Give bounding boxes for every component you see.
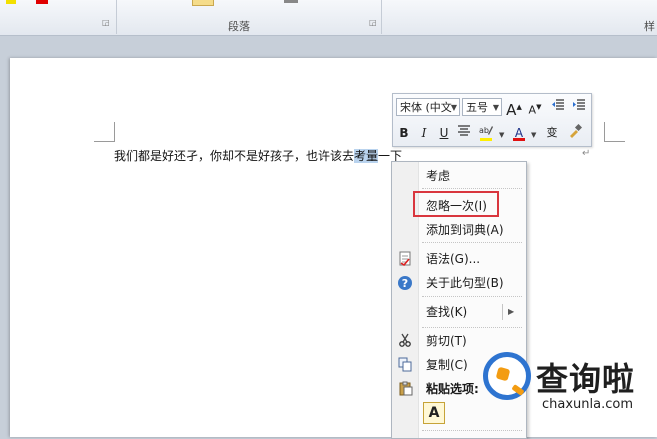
bold-button[interactable]: B — [395, 124, 413, 142]
highlighter-icon: ab — [479, 126, 493, 135]
document-text-line[interactable]: 我们都是好还孑，你却不是好孩子，也许该去考量一下 — [114, 147, 402, 164]
paragraph-group-label: 段落 — [228, 20, 250, 33]
chevron-down-icon: ▼ — [450, 103, 457, 112]
menu-item-cut[interactable]: 剪切(T) — [426, 332, 467, 350]
svg-text:ab: ab — [479, 126, 489, 135]
decrease-indent-icon — [552, 99, 564, 110]
watermark-brand: 查询啦 — [536, 360, 636, 398]
format-painter-icon — [570, 123, 583, 138]
selected-word[interactable]: 考量 — [354, 149, 379, 163]
scissors-icon — [397, 333, 413, 349]
ribbon: ◲ 段落 ◲ 样 — [0, 0, 657, 36]
menu-item-suggestion[interactable]: 考虑 — [426, 167, 450, 185]
annotation-highlight-box — [413, 191, 499, 217]
highlight-color-bar — [480, 138, 492, 141]
phonetic-guide-icon: 变 — [546, 126, 558, 139]
menu-item-grammar[interactable]: 语法(G)... — [426, 250, 480, 268]
styles-group-label: 样 — [644, 20, 655, 33]
phonetic-guide-button[interactable]: 变 — [543, 124, 561, 142]
underline-button[interactable]: U — [435, 124, 453, 142]
chevron-down-icon[interactable]: ▼ — [531, 131, 536, 139]
font-size-combo[interactable]: 五号 ▼ — [462, 98, 502, 116]
paste-options-label: 粘贴选项: — [426, 382, 479, 396]
menu-item-add-to-dictionary[interactable]: 添加到词典(A) — [426, 221, 504, 239]
italic-button[interactable]: I — [415, 124, 433, 142]
chevron-down-icon: ▼ — [492, 103, 499, 112]
menu-separator — [422, 296, 522, 297]
help-icon: ? — [397, 275, 413, 291]
keep-text-only-paste-button[interactable]: A — [423, 402, 445, 424]
ribbon-border-button[interactable] — [284, 0, 298, 3]
grammar-icon — [397, 251, 413, 267]
paragraph-group-launcher-icon[interactable]: ◲ — [369, 19, 377, 27]
increase-indent-icon — [573, 99, 585, 110]
shrink-font-button[interactable]: A▼ — [526, 98, 544, 117]
menu-separator — [422, 188, 522, 189]
ribbon-shading-button[interactable] — [192, 0, 214, 6]
watermark-domain: chaxunla.com — [542, 397, 633, 412]
keep-text-only-icon: A — [428, 405, 440, 421]
ribbon-separator — [381, 0, 382, 34]
text-highlight-button[interactable]: ab — [477, 124, 495, 142]
menu-item-about-sentence[interactable]: 关于此句型(B) — [426, 274, 504, 292]
grow-font-button[interactable]: A▲ — [505, 98, 523, 119]
increase-indent-button[interactable] — [570, 98, 588, 116]
font-size-value: 五号 — [466, 101, 488, 114]
margin-corner-mark — [604, 122, 605, 142]
font-color-swatch[interactable] — [36, 0, 48, 4]
font-name-value: 宋体 (中文 — [400, 101, 452, 114]
margin-corner-mark — [94, 141, 114, 142]
paste-icon — [397, 381, 413, 397]
decrease-indent-button[interactable] — [549, 98, 567, 116]
menu-separator — [422, 327, 522, 328]
submenu-arrow-icon[interactable]: ▶ — [508, 307, 514, 316]
highlight-color-swatch[interactable] — [6, 0, 16, 4]
menu-separator — [422, 242, 522, 243]
paragraph-mark: ↵ — [582, 148, 591, 159]
center-align-button[interactable] — [455, 124, 473, 142]
menu-item-copy[interactable]: 复制(C) — [426, 356, 468, 374]
format-painter-button[interactable] — [566, 123, 584, 142]
margin-corner-mark — [114, 122, 115, 142]
submenu-divider — [502, 304, 503, 320]
svg-text:?: ? — [402, 277, 408, 290]
margin-corner-mark — [605, 141, 625, 142]
font-group-launcher-icon[interactable]: ◲ — [102, 19, 110, 27]
copy-icon — [397, 357, 413, 373]
center-align-icon — [458, 125, 470, 136]
text-before-selection: 我们都是好还孑，你却不是好孩子，也许该去 — [114, 149, 355, 163]
ribbon-separator — [116, 0, 117, 34]
font-color-bar — [513, 138, 525, 141]
mini-toolbar: 宋体 (中文 ▼ 五号 ▼ A▲ A▼ B I U ab ▼ A ▼ 变 — [392, 93, 592, 147]
menu-item-lookup[interactable]: 查找(K) — [426, 303, 467, 321]
font-name-combo[interactable]: 宋体 (中文 ▼ — [396, 98, 460, 116]
menu-separator — [422, 430, 522, 431]
chevron-down-icon[interactable]: ▼ — [499, 131, 504, 139]
font-color-button[interactable]: A — [510, 124, 528, 142]
